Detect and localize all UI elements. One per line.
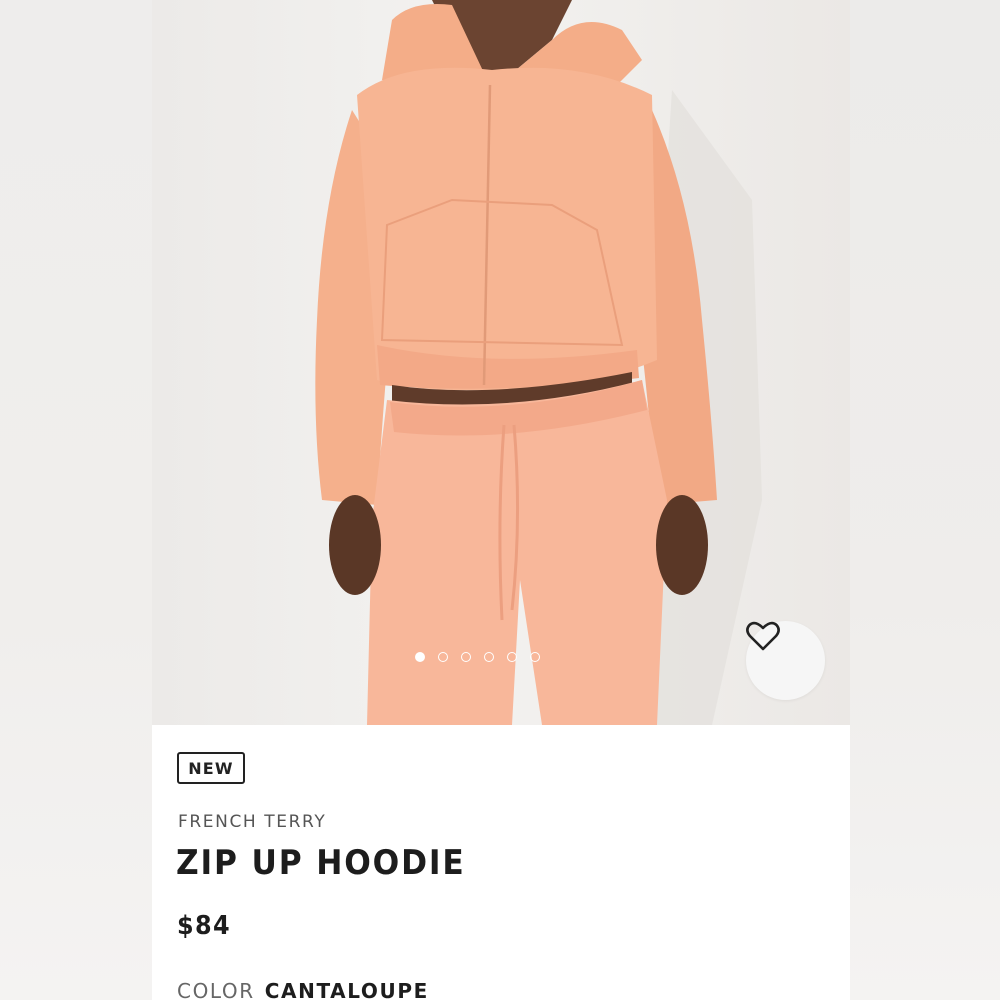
color-label: COLOR xyxy=(177,979,255,1000)
product-card: NEW FRENCH TERRY ZIP UP HOODIE $84 COLOR… xyxy=(152,0,850,1000)
model-wearing-hoodie-illustration xyxy=(315,0,762,725)
image-pagination xyxy=(415,652,540,662)
heart-icon xyxy=(746,621,780,651)
background-left xyxy=(0,0,152,1000)
pagination-dot[interactable] xyxy=(438,652,448,662)
product-info: NEW FRENCH TERRY ZIP UP HOODIE $84 COLOR… xyxy=(152,725,850,1000)
pagination-dot[interactable] xyxy=(484,652,494,662)
pagination-dot[interactable] xyxy=(415,652,425,662)
pagination-dot[interactable] xyxy=(507,652,517,662)
product-image[interactable] xyxy=(152,0,850,725)
product-title: ZIP UP HOODIE xyxy=(176,843,466,883)
favorite-button[interactable] xyxy=(746,621,825,700)
pagination-dot[interactable] xyxy=(530,652,540,662)
color-selector[interactable]: COLOR CANTALOUPE xyxy=(177,979,429,1000)
product-subtitle: FRENCH TERRY xyxy=(178,812,327,832)
pagination-dot[interactable] xyxy=(461,652,471,662)
new-badge: NEW xyxy=(177,752,245,784)
product-price: $84 xyxy=(177,911,232,941)
background-right xyxy=(850,0,1000,1000)
color-value: CANTALOUPE xyxy=(264,979,429,1000)
